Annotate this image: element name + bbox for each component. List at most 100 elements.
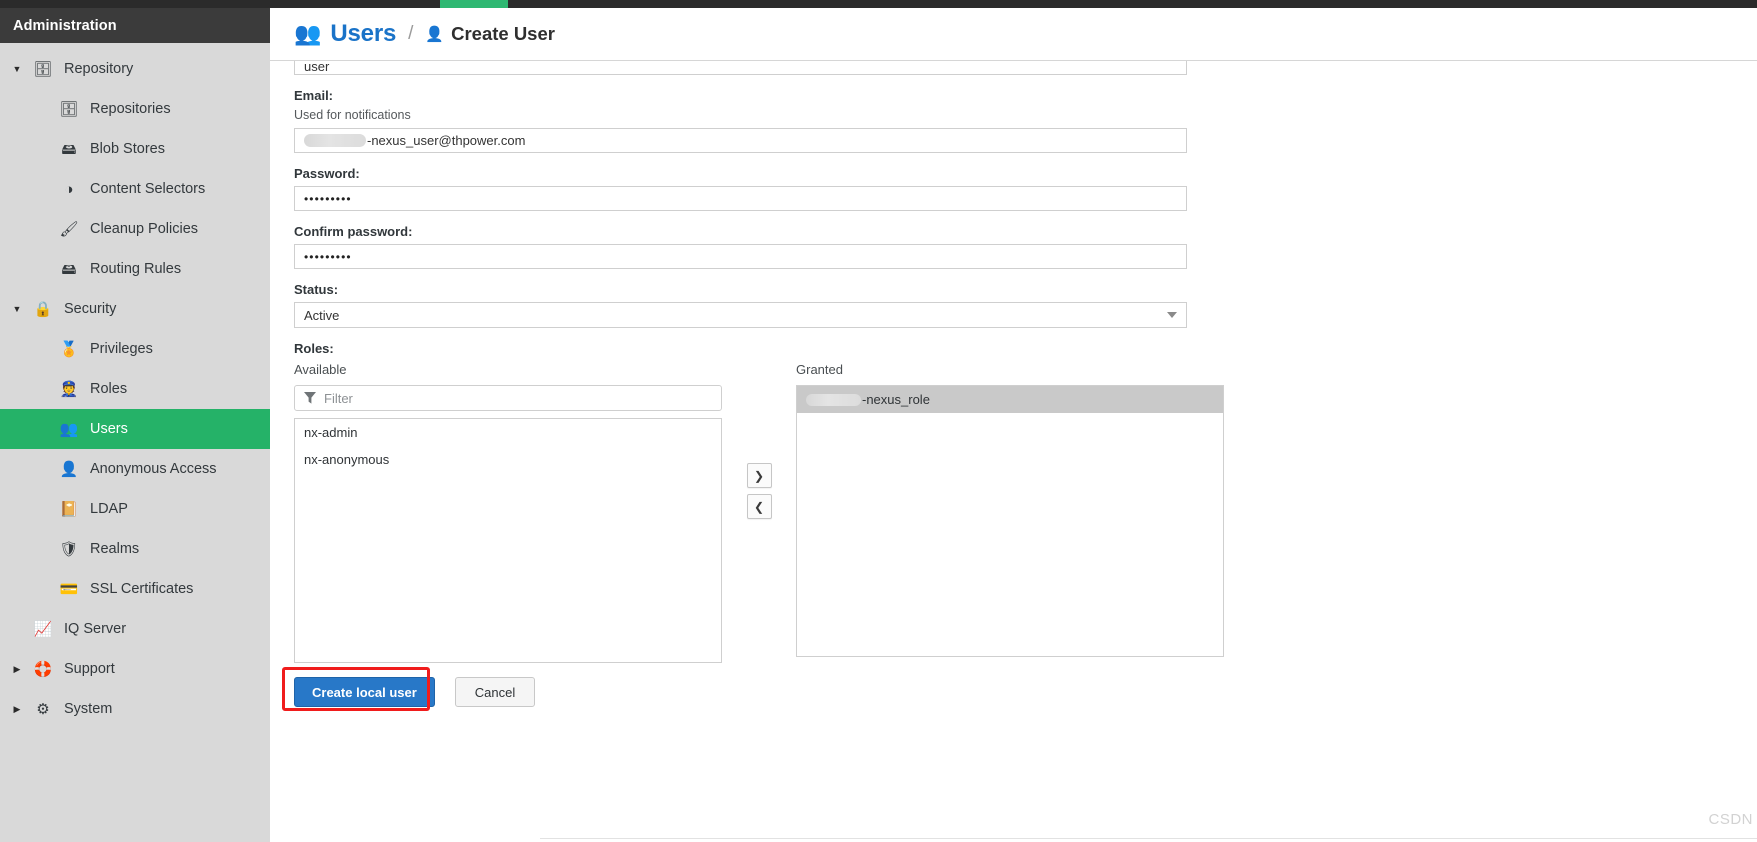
sidebar-item-label: Realms — [90, 541, 140, 557]
password-label: Password: — [294, 166, 360, 181]
sidebar-item-support[interactable]: ▶ 🛟 Support — [0, 649, 270, 689]
chevron-down-icon[interactable]: ▼ — [8, 64, 26, 74]
address-book-icon: 📔 — [59, 500, 79, 518]
id-field[interactable]: user — [294, 61, 1187, 75]
sidebar-item-users[interactable]: 👥 Users — [0, 409, 270, 449]
roles-dual-list: Available Filter nx-admin nx-anonymous ❯ … — [294, 362, 1757, 663]
certificate-icon: 💳 — [59, 580, 79, 598]
redacted-email-prefix — [304, 134, 366, 147]
sidebar-item-realms[interactable]: 🛡 Realms — [0, 529, 270, 569]
available-roles-column: Available Filter nx-admin nx-anonymous — [294, 362, 722, 663]
sidebar-item-label: Repositories — [90, 101, 171, 117]
granted-role-label: -nexus_role — [862, 392, 930, 407]
status-label: Status: — [294, 282, 339, 297]
sidebar-item-label: Security — [64, 301, 117, 317]
sidebar-item-label: SSL Certificates — [90, 581, 194, 597]
officer-icon: 👮 — [59, 380, 79, 398]
cancel-button[interactable]: Cancel — [454, 677, 536, 707]
list-item[interactable]: nx-admin — [295, 419, 721, 446]
toggle-icon: ◑ — [64, 180, 74, 198]
create-local-user-button[interactable]: Create local user — [294, 677, 435, 707]
email-label: Email: — [294, 88, 334, 103]
confirm-password-field[interactable]: ••••••••• — [294, 244, 1187, 269]
sidebar-title: Administration — [0, 8, 270, 43]
sidebar-item-label: Privileges — [90, 341, 153, 357]
id-field-value: user — [304, 61, 330, 74]
sidebar-item-cleanup-policies[interactable]: 🖌 Cleanup Policies — [0, 209, 270, 249]
sidebar-item-content-selectors[interactable]: ◑ Content Selectors — [0, 169, 270, 209]
sidebar-item-label: Content Selectors — [90, 181, 206, 197]
watermark: CSDN — [1708, 811, 1753, 828]
sidebar-item-iq-server[interactable]: 📈 IQ Server — [0, 609, 270, 649]
email-field[interactable]: -nexus_user@thpower.com — [294, 128, 1187, 153]
available-role-label: nx-anonymous — [304, 452, 390, 467]
users-icon: 👥 — [59, 420, 79, 438]
sidebar: Administration ▼ 🗄 Repository 🗄 Repositories… — [0, 8, 270, 842]
available-roles-list[interactable]: nx-admin nx-anonymous — [294, 418, 722, 663]
sidebar-item-label: Users — [90, 421, 128, 437]
confirm-password-field-value: ••••••••• — [304, 249, 352, 264]
user-add-icon: 👤 — [425, 25, 445, 43]
create-user-form: user Email: Used for notifications -nexu… — [270, 61, 1757, 842]
granted-roles-list[interactable]: -nexus_role — [796, 385, 1224, 657]
chevron-right-icon[interactable]: ▶ — [8, 664, 26, 675]
iq-server-icon: 📈 — [33, 620, 53, 638]
sidebar-item-privileges[interactable]: 🏅 Privileges — [0, 329, 270, 369]
sidebar-item-security[interactable]: ▼ 🔒 Security — [0, 289, 270, 329]
shield-icon: 🛡 — [59, 540, 79, 558]
email-hint: Used for notifications — [294, 108, 411, 122]
email-field-value: -nexus_user@thpower.com — [367, 133, 526, 148]
chevron-down-icon — [1167, 312, 1177, 318]
sidebar-nav-list: ▼ 🗄 Repository 🗄 Repositories 🖴 Blob Stores ◑ Co… — [0, 43, 270, 729]
database-icon: 🗄 — [33, 60, 53, 78]
sidebar-item-ldap[interactable]: 📔 LDAP — [0, 489, 270, 529]
transfer-buttons: ❯ ❮ — [722, 362, 796, 663]
medal-icon: 🏅 — [59, 340, 79, 358]
move-left-button[interactable]: ❮ — [746, 494, 772, 519]
sidebar-item-routing-rules[interactable]: 🖴 Routing Rules — [0, 249, 270, 289]
sidebar-item-repository[interactable]: ▼ 🗄 Repository — [0, 49, 270, 89]
shield-lock-icon: 🔒 — [33, 300, 53, 318]
list-item[interactable]: -nexus_role — [797, 386, 1223, 413]
available-role-label: nx-admin — [304, 425, 358, 440]
application-window: Administration ▼ 🗄 Repository 🗄 Repositories… — [0, 0, 1757, 842]
filter-funnel-icon — [304, 392, 316, 404]
chevron-down-icon[interactable]: ▼ — [8, 304, 26, 314]
breadcrumb: 👥 Users / 👤 Create User — [270, 8, 1757, 61]
available-roles-header: Available — [294, 362, 347, 377]
roles-label: Roles: — [294, 341, 334, 356]
router-icon: 🖴 — [61, 260, 77, 278]
status-select[interactable]: Active — [294, 302, 1187, 328]
breadcrumb-users-link[interactable]: Users — [330, 20, 396, 48]
sidebar-item-ssl-certificates[interactable]: 💳 SSL Certificates — [0, 569, 270, 609]
person-icon: 👤 — [59, 460, 79, 478]
gear-icon: ⚙ — [36, 700, 50, 718]
sidebar-item-anonymous-access[interactable]: 👤 Anonymous Access — [0, 449, 270, 489]
sidebar-item-label: IQ Server — [64, 621, 127, 637]
sidebar-item-label: Repository — [64, 61, 134, 77]
database-icon: 🗄 — [59, 100, 79, 118]
bottom-edge — [540, 838, 1757, 842]
sidebar-item-label: Routing Rules — [90, 261, 182, 277]
form-actions: Create local user Cancel — [282, 667, 1757, 711]
granted-roles-header: Granted — [796, 362, 843, 377]
drive-icon: 🖴 — [61, 140, 77, 158]
breadcrumb-current-page: Create User — [451, 23, 555, 44]
list-item[interactable]: nx-anonymous — [295, 446, 721, 473]
password-field[interactable]: ••••••••• — [294, 186, 1187, 211]
password-field-value: ••••••••• — [304, 191, 352, 206]
confirm-password-label: Confirm password: — [294, 224, 413, 239]
sidebar-item-label: LDAP — [90, 501, 128, 517]
users-icon: 👥 — [294, 21, 322, 46]
granted-roles-column: Granted -nexus_role — [796, 362, 1224, 663]
sidebar-item-system[interactable]: ▶ ⚙ System — [0, 689, 270, 729]
move-right-button[interactable]: ❯ — [746, 463, 772, 488]
roles-filter-input[interactable]: Filter — [294, 385, 722, 411]
sidebar-item-label: Cleanup Policies — [90, 221, 199, 237]
sidebar-item-roles[interactable]: 👮 Roles — [0, 369, 270, 409]
sidebar-item-repositories[interactable]: 🗄 Repositories — [0, 89, 270, 129]
sidebar-item-blob-stores[interactable]: 🖴 Blob Stores — [0, 129, 270, 169]
breadcrumb-separator: / — [408, 23, 414, 44]
chevron-right-icon[interactable]: ▶ — [8, 704, 26, 715]
main-content: 👥 Users / 👤 Create User user Email: Used… — [270, 8, 1757, 842]
